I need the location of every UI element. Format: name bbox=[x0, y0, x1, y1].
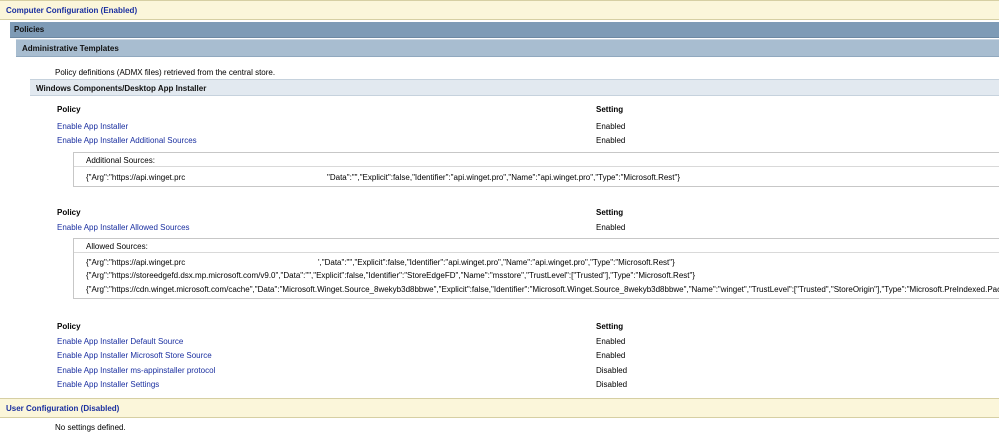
source-json-line: "Data":"","Explicit":false,"Identifier":… bbox=[327, 173, 681, 182]
policy-setting: Enabled bbox=[596, 351, 626, 360]
computer-configuration-header[interactable]: Computer Configuration (Enabled) bbox=[0, 0, 999, 20]
setting-column-header: Setting bbox=[596, 322, 624, 331]
category-header[interactable]: Windows Components/Desktop App Installer bbox=[30, 79, 999, 96]
policy-link[interactable]: Enable App Installer Default Source bbox=[57, 337, 183, 346]
setting-column-header: Setting bbox=[596, 208, 624, 217]
category-title: Windows Components/Desktop App Installer bbox=[36, 84, 207, 93]
policies-header[interactable]: Policies bbox=[10, 22, 999, 38]
policy-link[interactable]: Enable App Installer Allowed Sources bbox=[57, 223, 190, 232]
source-json-line: {"Arg":"https://cdn.winget.microsoft.com… bbox=[86, 285, 999, 294]
source-json-line: {"Arg":"https://api.winget.prc bbox=[86, 173, 186, 182]
policy-link[interactable]: Enable App Installer Settings bbox=[57, 380, 159, 389]
policy-link[interactable]: Enable App Installer ms-appinstaller pro… bbox=[57, 366, 215, 375]
policy-setting: Disabled bbox=[596, 366, 628, 375]
policy-link[interactable]: Enable App Installer Microsoft Store Sou… bbox=[57, 351, 212, 360]
policy-setting: Enabled bbox=[596, 223, 626, 232]
allowed-sources-box: Allowed Sources: {"Arg":"https://api.win… bbox=[73, 238, 999, 299]
policy-setting: Enabled bbox=[596, 337, 626, 346]
policy-column-header: Policy bbox=[57, 322, 81, 331]
source-json-line: {"Arg":"https://storeedgefd.dsx.mp.micro… bbox=[86, 271, 696, 280]
box-title-row: Additional Sources: bbox=[74, 153, 999, 167]
policy-setting: Enabled bbox=[596, 136, 626, 145]
user-configuration-header[interactable]: User Configuration (Disabled) bbox=[0, 398, 999, 418]
policy-setting: Disabled bbox=[596, 380, 628, 389]
administrative-templates-header[interactable]: Administrative Templates bbox=[16, 39, 999, 57]
policies-title: Policies bbox=[14, 25, 45, 34]
policy-setting: Enabled bbox=[596, 122, 626, 131]
box-title: Additional Sources: bbox=[86, 156, 155, 165]
policy-link[interactable]: Enable App Installer bbox=[57, 122, 128, 131]
no-settings-note: No settings defined. bbox=[55, 423, 126, 432]
user-configuration-title: User Configuration (Disabled) bbox=[6, 404, 120, 413]
administrative-templates-title: Administrative Templates bbox=[22, 44, 119, 53]
policy-link[interactable]: Enable App Installer Additional Sources bbox=[57, 136, 197, 145]
additional-sources-box: Additional Sources: {"Arg":"https://api.… bbox=[73, 152, 999, 187]
source-json-line: {"Arg":"https://api.winget.prc bbox=[86, 258, 186, 267]
admx-note: Policy definitions (ADMX files) retrieve… bbox=[55, 68, 276, 77]
source-json-line: ',"Data":"","Explicit":false,"Identifier… bbox=[318, 258, 675, 267]
policy-column-header: Policy bbox=[57, 105, 81, 114]
box-title-row: Allowed Sources: bbox=[74, 239, 999, 253]
setting-column-header: Setting bbox=[596, 105, 624, 114]
box-title: Allowed Sources: bbox=[86, 242, 148, 251]
computer-configuration-title: Computer Configuration (Enabled) bbox=[6, 6, 138, 15]
policy-column-header: Policy bbox=[57, 208, 81, 217]
